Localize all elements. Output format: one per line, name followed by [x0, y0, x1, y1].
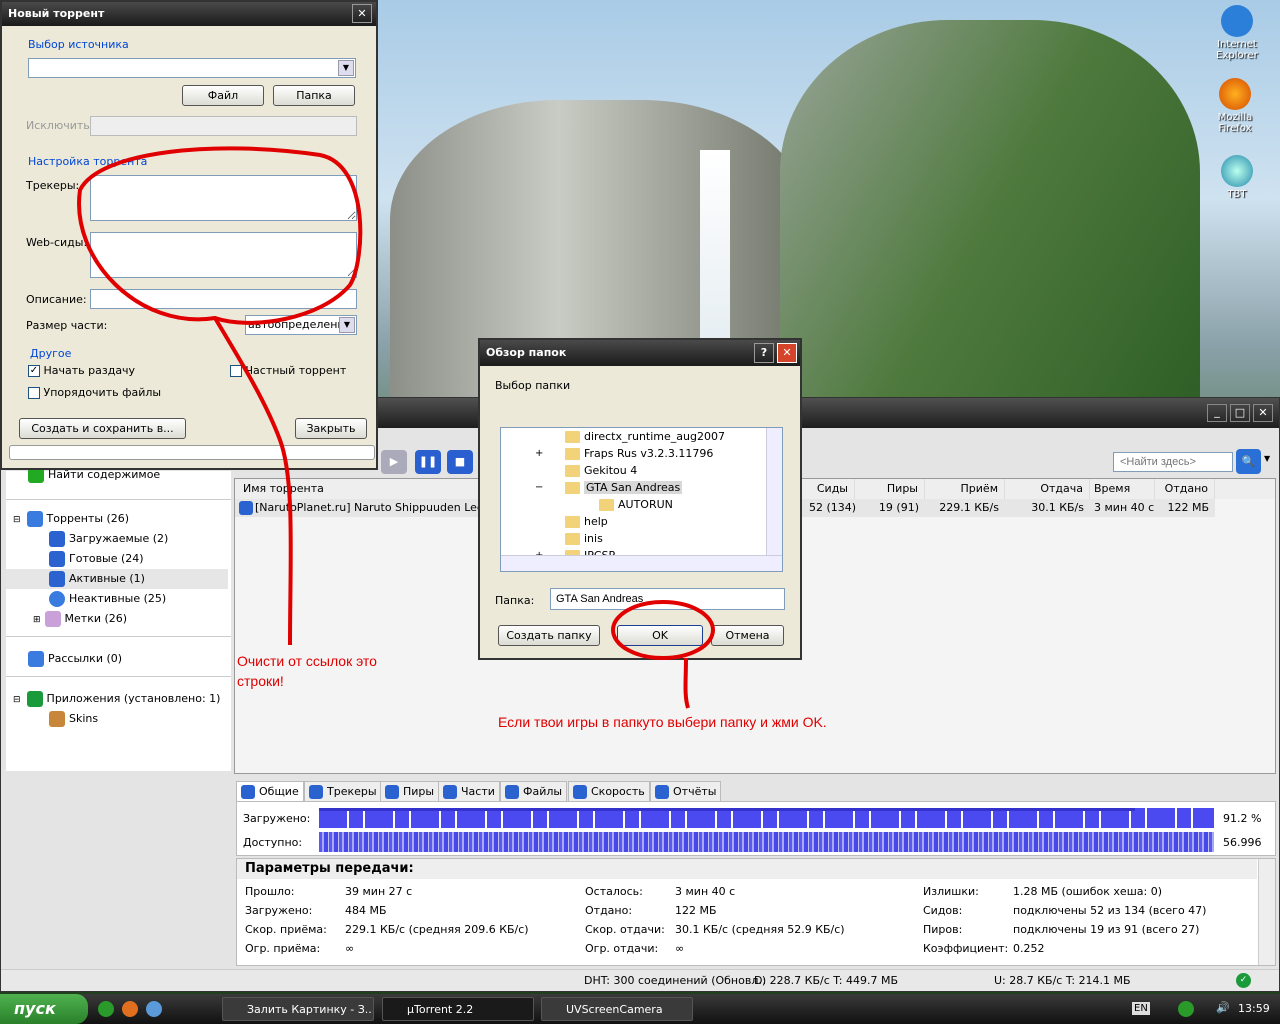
annotation-drawing — [77, 146, 715, 709]
language-indicator[interactable]: EN — [1132, 1002, 1150, 1015]
firefox-quicklaunch-icon[interactable] — [122, 1001, 138, 1017]
taskbar-item-browser[interactable]: Залить Картинку - З... — [222, 997, 374, 1021]
utorrent-quicklaunch-icon[interactable] — [98, 1001, 114, 1017]
taskbar: пуск Залить Картинку - З... µTorrent 2.2… — [0, 994, 1280, 1024]
start-menu-button[interactable]: пуск — [0, 994, 88, 1024]
annotation-circle-ok — [611, 600, 715, 660]
annotation-text-left: Очисти от ссылок это строки! — [237, 653, 377, 689]
taskbar-item-utorrent[interactable]: µTorrent 2.2 — [382, 997, 534, 1021]
taskbar-item-uvscreencamera[interactable]: UVScreenCamera — [541, 997, 693, 1021]
annotation-line-left — [213, 316, 293, 646]
volume-icon[interactable]: 🔊 — [1216, 1001, 1230, 1014]
globe-quicklaunch-icon[interactable] — [146, 1001, 162, 1017]
annotation-text-right: Если твои игры в папкуто выбери папку и … — [498, 714, 827, 730]
utorrent-tray-icon[interactable] — [1178, 1001, 1194, 1017]
clock: 13:59 — [1238, 1002, 1270, 1015]
annotation-line-right — [683, 657, 690, 709]
annotation-circle-fields — [77, 146, 363, 325]
